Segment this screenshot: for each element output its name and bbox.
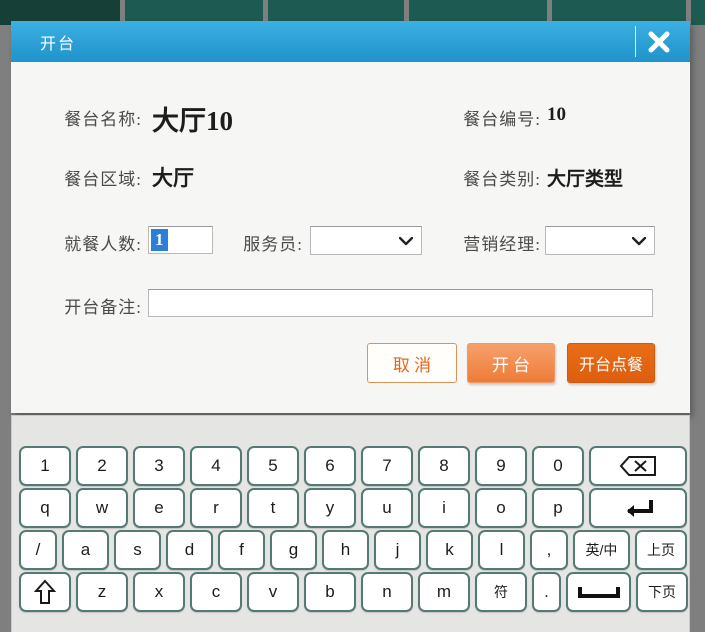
close-icon bbox=[647, 30, 671, 54]
key-m[interactable]: m bbox=[418, 572, 470, 612]
waiter-label: 服务员: bbox=[221, 230, 303, 255]
key-v[interactable]: v bbox=[247, 572, 299, 612]
table-name-label: 餐台名称: bbox=[21, 105, 142, 130]
key-b[interactable]: b bbox=[304, 572, 356, 612]
dialog-body: 餐台名称: 大厅10 餐台编号: 10 餐台区域: 大厅 餐台类别: 大厅类型 … bbox=[11, 62, 690, 413]
table-no-value: 10 bbox=[547, 104, 566, 126]
keyboard-row: /asdfghjkl,英/中上页 bbox=[19, 530, 689, 570]
key-f[interactable]: f bbox=[218, 530, 265, 570]
close-button[interactable] bbox=[635, 26, 682, 57]
table-tile bbox=[691, 0, 705, 25]
key-6[interactable]: 6 bbox=[304, 446, 356, 486]
dialog-titlebar: 开台 bbox=[11, 21, 690, 62]
table-no-label: 餐台编号: bbox=[443, 105, 541, 130]
key-7[interactable]: 7 bbox=[361, 446, 413, 486]
key-j[interactable]: j bbox=[374, 530, 421, 570]
backspace-icon bbox=[618, 454, 658, 478]
key-t[interactable]: t bbox=[247, 488, 299, 528]
backspace-key[interactable] bbox=[589, 446, 687, 486]
cancel-button[interactable]: 取 消 bbox=[367, 343, 457, 383]
key-i[interactable]: i bbox=[418, 488, 470, 528]
enter-icon bbox=[620, 497, 656, 519]
space-key[interactable] bbox=[566, 572, 631, 612]
key-o[interactable]: o bbox=[475, 488, 527, 528]
keyboard-row: qwertyuiop bbox=[19, 488, 689, 528]
table-area-label: 餐台区域: bbox=[21, 165, 142, 190]
key-g[interactable]: g bbox=[270, 530, 317, 570]
open-table-dialog: 开台 餐台名称: 大厅10 餐台编号: 10 餐台区域: 大厅 餐台类别: 大厅… bbox=[11, 21, 690, 413]
key-e[interactable]: e bbox=[133, 488, 185, 528]
key-u[interactable]: u bbox=[361, 488, 413, 528]
diners-label: 就餐人数: bbox=[21, 230, 142, 255]
table-type-value: 大厅类型 bbox=[547, 164, 623, 191]
remark-input[interactable] bbox=[148, 289, 653, 317]
key-d[interactable]: d bbox=[166, 530, 213, 570]
key-3[interactable]: 3 bbox=[133, 446, 185, 486]
key-上页[interactable]: 上页 bbox=[635, 530, 687, 570]
keyboard-row: 1234567890 bbox=[19, 446, 689, 486]
table-area-value: 大厅 bbox=[152, 162, 194, 192]
key-符[interactable]: 符 bbox=[475, 572, 527, 612]
key-4[interactable]: 4 bbox=[190, 446, 242, 486]
chevron-down-icon bbox=[399, 237, 413, 246]
shift-icon bbox=[34, 579, 56, 605]
space-icon bbox=[577, 585, 621, 599]
key-5[interactable]: 5 bbox=[247, 446, 299, 486]
virtual-keyboard: 1234567890qwertyuiop/asdfghjkl,英/中上页zxcv… bbox=[11, 415, 690, 632]
key-l[interactable]: l bbox=[478, 530, 525, 570]
key-w[interactable]: w bbox=[76, 488, 128, 528]
screen: 开台 餐台名称: 大厅10 餐台编号: 10 餐台区域: 大厅 餐台类别: 大厅… bbox=[0, 0, 705, 632]
key-2[interactable]: 2 bbox=[76, 446, 128, 486]
open-and-order-button[interactable]: 开台点餐 bbox=[567, 343, 655, 383]
key-英/中[interactable]: 英/中 bbox=[573, 530, 630, 570]
key-p[interactable]: p bbox=[532, 488, 584, 528]
dialog-title: 开台 bbox=[40, 30, 76, 54]
key-x[interactable]: x bbox=[133, 572, 185, 612]
diners-input-selected-text: 1 bbox=[151, 229, 168, 251]
key-q[interactable]: q bbox=[19, 488, 71, 528]
key-a[interactable]: a bbox=[62, 530, 109, 570]
key-r[interactable]: r bbox=[190, 488, 242, 528]
key-y[interactable]: y bbox=[304, 488, 356, 528]
enter-key[interactable] bbox=[589, 488, 687, 528]
shift-key[interactable] bbox=[19, 572, 71, 612]
key-.[interactable]: . bbox=[532, 572, 561, 612]
manager-label: 营销经理: bbox=[443, 230, 541, 255]
key-/[interactable]: / bbox=[19, 530, 57, 570]
chevron-down-icon bbox=[632, 237, 646, 246]
key-c[interactable]: c bbox=[190, 572, 242, 612]
key-9[interactable]: 9 bbox=[475, 446, 527, 486]
table-name-value: 大厅10 bbox=[152, 99, 233, 138]
waiter-select[interactable] bbox=[310, 226, 422, 255]
keyboard-row: zxcvbnm符. 下页 bbox=[19, 572, 689, 612]
manager-select[interactable] bbox=[545, 226, 655, 255]
key-h[interactable]: h bbox=[322, 530, 369, 570]
key-z[interactable]: z bbox=[76, 572, 128, 612]
key-n[interactable]: n bbox=[361, 572, 413, 612]
key-下页[interactable]: 下页 bbox=[636, 572, 688, 612]
key-8[interactable]: 8 bbox=[418, 446, 470, 486]
key-,[interactable]: , bbox=[530, 530, 568, 570]
remark-label: 开台备注: bbox=[21, 293, 142, 318]
key-s[interactable]: s bbox=[114, 530, 161, 570]
key-1[interactable]: 1 bbox=[19, 446, 71, 486]
table-type-label: 餐台类别: bbox=[443, 165, 541, 190]
open-table-button[interactable]: 开 台 bbox=[467, 343, 555, 383]
key-k[interactable]: k bbox=[426, 530, 473, 570]
key-0[interactable]: 0 bbox=[532, 446, 584, 486]
diners-input[interactable]: 1 bbox=[148, 226, 213, 254]
